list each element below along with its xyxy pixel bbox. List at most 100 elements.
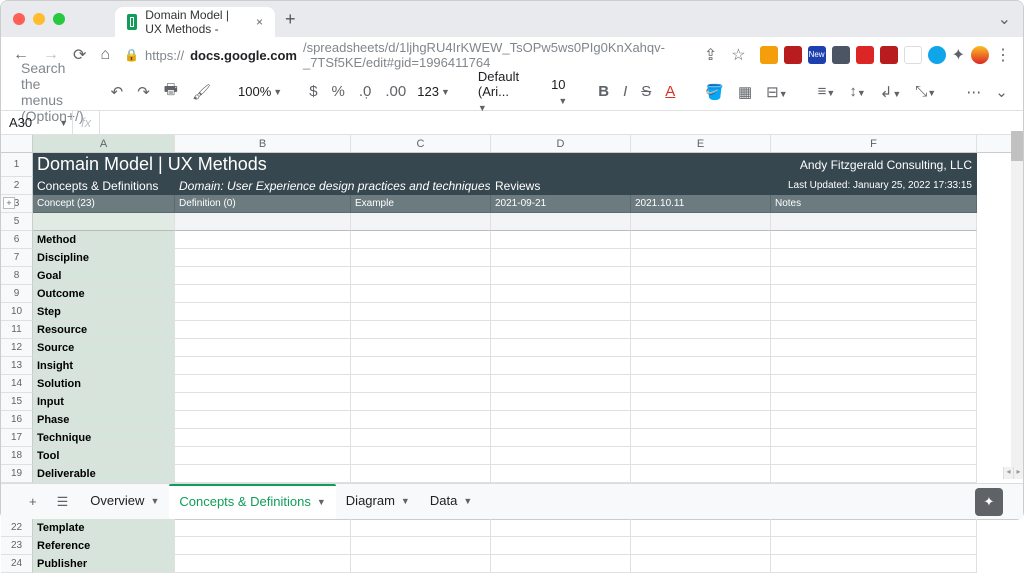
cell[interactable]: ☰ bbox=[33, 213, 175, 231]
cell[interactable] bbox=[771, 321, 977, 339]
cell[interactable] bbox=[175, 285, 351, 303]
cell[interactable]: ☰ bbox=[175, 213, 351, 231]
column-header-f[interactable]: F bbox=[771, 135, 977, 152]
row-header[interactable]: 9 bbox=[1, 285, 33, 303]
cell[interactable] bbox=[351, 537, 491, 555]
cell[interactable] bbox=[175, 303, 351, 321]
row-header[interactable]: 23 bbox=[1, 537, 33, 555]
row-header[interactable]: 2 bbox=[1, 177, 33, 195]
cell[interactable] bbox=[491, 249, 631, 267]
cell[interactable]: Source bbox=[33, 339, 175, 357]
cell[interactable] bbox=[771, 519, 977, 537]
text-rotation-button[interactable]: ⤡▼ bbox=[912, 83, 939, 100]
select-all-corner[interactable] bbox=[1, 135, 33, 152]
cell[interactable] bbox=[175, 537, 351, 555]
row-header[interactable]: 22 bbox=[1, 519, 33, 537]
cell[interactable]: Technique bbox=[33, 429, 175, 447]
cell[interactable]: Last Updated: January 25, 2022 17:33:15 bbox=[771, 177, 977, 195]
vertical-scrollbar[interactable] bbox=[1011, 131, 1023, 479]
cell[interactable]: Andy Fitzgerald Consulting, LLC bbox=[691, 153, 977, 177]
bookmark-button[interactable]: ☆ bbox=[731, 45, 745, 65]
cell[interactable] bbox=[771, 249, 977, 267]
row-header[interactable]: 11 bbox=[1, 321, 33, 339]
cell[interactable] bbox=[491, 321, 631, 339]
font-family-dropdown[interactable]: Default (Ari... ▼ bbox=[474, 69, 523, 114]
cell[interactable] bbox=[631, 339, 771, 357]
cell[interactable] bbox=[631, 303, 771, 321]
decrease-decimal-button[interactable]: .0̣ bbox=[356, 83, 375, 100]
profile-avatar[interactable] bbox=[971, 46, 989, 64]
paint-format-button[interactable]: 🖌 bbox=[189, 83, 214, 101]
share-button[interactable]: ⇪ bbox=[704, 45, 717, 65]
cell[interactable]: Outcome bbox=[33, 285, 175, 303]
cell[interactable] bbox=[631, 519, 771, 537]
cell[interactable]: Concept (23) bbox=[33, 195, 175, 213]
cell[interactable]: Tool bbox=[33, 447, 175, 465]
tab-close-button[interactable]: × bbox=[256, 15, 263, 29]
cell[interactable] bbox=[175, 447, 351, 465]
new-tab-button[interactable]: + bbox=[285, 9, 296, 30]
cell[interactable] bbox=[771, 555, 977, 573]
cell[interactable]: Solution bbox=[33, 375, 175, 393]
add-sheet-button[interactable]: + bbox=[21, 494, 45, 509]
cell[interactable] bbox=[771, 375, 977, 393]
cell[interactable] bbox=[771, 357, 977, 375]
row-header[interactable]: 12 bbox=[1, 339, 33, 357]
browser-menu-button[interactable]: ⋮ bbox=[995, 45, 1011, 65]
zoom-dropdown[interactable]: 100%▼ bbox=[238, 84, 282, 99]
expand-toolbar-button[interactable]: ⌄ bbox=[992, 83, 1011, 101]
cell[interactable] bbox=[771, 429, 977, 447]
extension-icon[interactable] bbox=[760, 46, 778, 64]
column-header-b[interactable]: B bbox=[175, 135, 351, 152]
text-color-button[interactable]: A bbox=[662, 83, 678, 100]
row-header[interactable]: 6 bbox=[1, 231, 33, 249]
cell[interactable] bbox=[771, 411, 977, 429]
cell[interactable] bbox=[175, 411, 351, 429]
row-header[interactable]: 24 bbox=[1, 555, 33, 573]
cell[interactable]: Notes bbox=[771, 195, 977, 213]
cell[interactable]: 2021-09-21 bbox=[491, 195, 631, 213]
cell[interactable] bbox=[631, 177, 771, 195]
name-box[interactable]: A30▼ bbox=[1, 111, 73, 134]
cell[interactable]: Resource bbox=[33, 321, 175, 339]
row-header[interactable]: 13 bbox=[1, 357, 33, 375]
cell[interactable] bbox=[631, 447, 771, 465]
row-header[interactable]: 17 bbox=[1, 429, 33, 447]
cell[interactable] bbox=[351, 411, 491, 429]
cell[interactable] bbox=[491, 357, 631, 375]
cell[interactable] bbox=[771, 285, 977, 303]
sheet-tab-menu-icon[interactable]: ▼ bbox=[317, 497, 326, 507]
home-button[interactable]: ⌂ bbox=[100, 46, 110, 64]
cell[interactable] bbox=[351, 429, 491, 447]
more-button[interactable]: ⋯ bbox=[963, 83, 984, 101]
window-minimize-button[interactable] bbox=[33, 13, 45, 25]
cell[interactable] bbox=[491, 267, 631, 285]
extension-icon[interactable] bbox=[832, 46, 850, 64]
sheet-tab[interactable]: Overview ▼ bbox=[80, 484, 169, 519]
cell[interactable] bbox=[175, 249, 351, 267]
cell[interactable]: ☰ bbox=[491, 213, 631, 231]
bold-button[interactable]: B bbox=[595, 83, 612, 100]
cell[interactable] bbox=[351, 375, 491, 393]
cell[interactable] bbox=[491, 537, 631, 555]
sheet-tab[interactable]: Concepts & Definitions ▼ bbox=[169, 484, 335, 519]
horizontal-align-button[interactable]: ≡▼ bbox=[815, 83, 839, 100]
cell[interactable]: ☰ bbox=[771, 213, 977, 231]
redo-button[interactable]: ↷ bbox=[134, 83, 153, 101]
cell[interactable] bbox=[491, 375, 631, 393]
cell[interactable] bbox=[175, 465, 351, 483]
row-header[interactable]: 7 bbox=[1, 249, 33, 267]
cell[interactable] bbox=[631, 249, 771, 267]
cell[interactable] bbox=[175, 321, 351, 339]
cell[interactable] bbox=[351, 249, 491, 267]
sheet-tab[interactable]: Diagram ▼ bbox=[336, 484, 420, 519]
cell[interactable] bbox=[491, 231, 631, 249]
cell[interactable] bbox=[175, 393, 351, 411]
extension-icon[interactable] bbox=[928, 46, 946, 64]
row-header[interactable]: 8 bbox=[1, 267, 33, 285]
cell[interactable] bbox=[175, 555, 351, 573]
cell[interactable] bbox=[631, 375, 771, 393]
row-header[interactable]: 15 bbox=[1, 393, 33, 411]
tabs-dropdown-button[interactable]: ⌄ bbox=[998, 9, 1011, 29]
cell[interactable]: Phase bbox=[33, 411, 175, 429]
